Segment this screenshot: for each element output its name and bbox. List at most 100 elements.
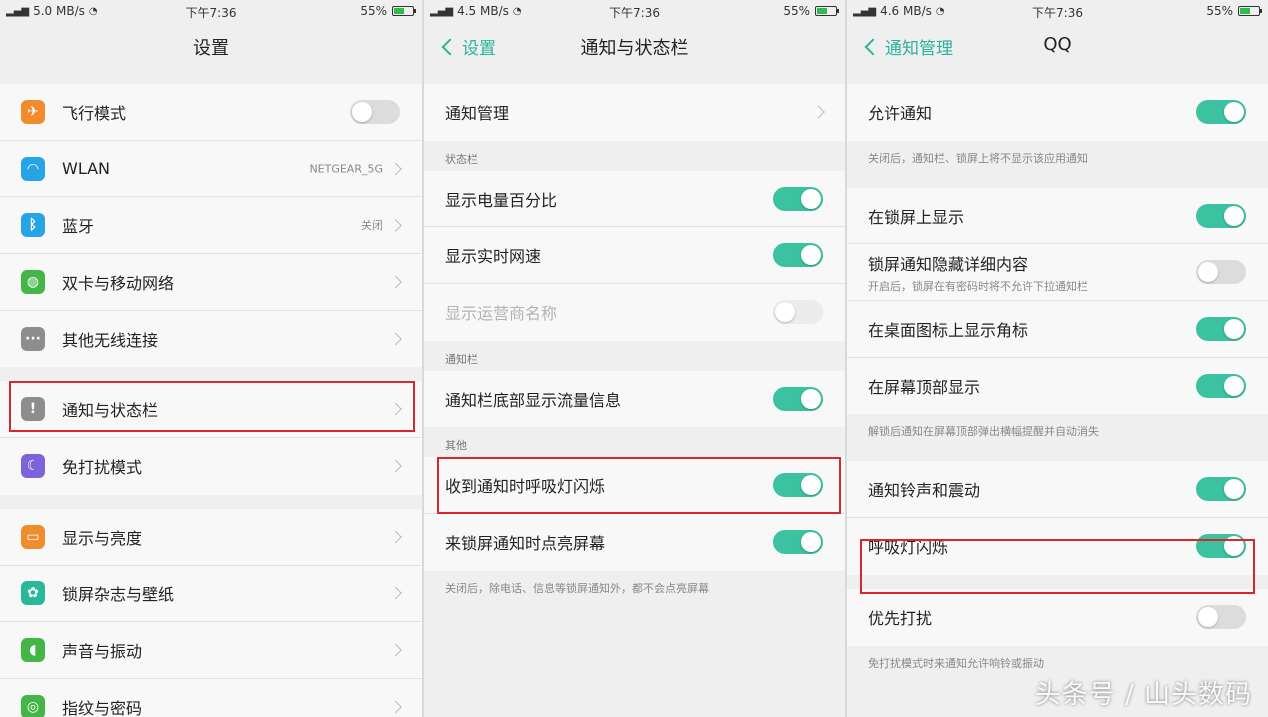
row-control bbox=[1196, 260, 1246, 285]
toggle-row[interactable]: 优先打扰 bbox=[847, 589, 1268, 646]
settings-row[interactable]: ◖ 声音与振动 bbox=[0, 622, 422, 679]
toggle-knob bbox=[1224, 318, 1244, 339]
notifybar-group: 通知栏底部显示流量信息 bbox=[424, 370, 845, 428]
clock: 下午7:36 bbox=[609, 6, 660, 20]
status-bar: ▂▄▆ 5.0 MB/s ◔ 下午7:36 55% bbox=[0, 0, 422, 22]
toggle-row[interactable]: 显示实时网速 bbox=[424, 227, 845, 285]
toggle-row[interactable]: 锁屏通知隐藏详细内容 开启后，锁屏在有密码时将不允许下拉通知栏 bbox=[847, 244, 1268, 302]
row-label: 指纹与密码 bbox=[62, 699, 143, 717]
nav-bar: 通知管理 QQ bbox=[847, 22, 1268, 70]
toggle-row[interactable]: 在桌面图标上显示角标 bbox=[847, 301, 1268, 358]
toggle-switch[interactable] bbox=[773, 186, 823, 211]
section-label-notifybar: 通知栏 bbox=[424, 340, 845, 371]
battery-percent: 55% bbox=[360, 4, 387, 18]
toggle-row[interactable]: 通知铃声和震动 bbox=[847, 461, 1268, 519]
nav-bar: 设置 bbox=[0, 22, 422, 70]
alert-icon: ! bbox=[21, 397, 45, 422]
row-control bbox=[1196, 605, 1246, 630]
battery-percent: 55% bbox=[783, 4, 810, 18]
notify-manage-row[interactable]: 通知管理 bbox=[424, 84, 845, 141]
toggle-row[interactable]: 在屏幕顶部显示 bbox=[847, 358, 1268, 415]
row-text: 锁屏通知隐藏详细内容 开启后，锁屏在有密码时将不允许下拉通知栏 bbox=[868, 251, 1088, 294]
section-label-other: 其他 bbox=[424, 427, 845, 458]
battery-percent: 55% bbox=[1206, 4, 1233, 18]
toggle-knob bbox=[1224, 479, 1244, 500]
row-text: 在锁屏上显示 bbox=[868, 204, 964, 228]
row-text: 显示电量百分比 bbox=[445, 187, 557, 211]
row-control bbox=[773, 473, 823, 498]
settings-screen: ▂▄▆ 5.0 MB/s ◔ 下午7:36 55% 设置 ✈ 飞行模式 ◠ WLAN NET… bbox=[0, 0, 422, 717]
toggle-knob bbox=[352, 101, 372, 122]
settings-row[interactable]: ✈ 飞行模式 bbox=[0, 84, 422, 141]
toggle-row[interactable]: 通知栏底部显示流量信息 bbox=[424, 371, 845, 428]
toggle-knob bbox=[801, 532, 821, 553]
toggle-switch[interactable] bbox=[773, 530, 823, 555]
row-control bbox=[389, 275, 402, 289]
toggle-switch[interactable] bbox=[1196, 374, 1246, 399]
settings-row[interactable]: ! 通知与状态栏 bbox=[0, 381, 422, 439]
toggle-switch[interactable] bbox=[1196, 316, 1246, 341]
settings-row[interactable]: ☾ 免打扰模式 bbox=[0, 438, 422, 495]
toggle-switch[interactable] bbox=[350, 99, 400, 124]
settings-row[interactable]: ▭ 显示与亮度 bbox=[0, 509, 422, 566]
toggle-switch[interactable] bbox=[773, 473, 823, 498]
toggle-switch[interactable] bbox=[1196, 477, 1246, 502]
chevron-right-icon bbox=[389, 275, 402, 289]
row-label: 在屏幕顶部显示 bbox=[868, 378, 981, 398]
toggle-row: 显示运营商名称 bbox=[424, 284, 845, 341]
settings-row[interactable]: ◠ WLAN NETGEAR_5G bbox=[0, 141, 422, 198]
status-bar: ▂▄▆ 4.6 MB/s ◔ 下午7:36 55% bbox=[847, 0, 1268, 22]
toggle-switch[interactable] bbox=[1196, 534, 1246, 559]
settings-row[interactable]: ᛒ 蓝牙 关闭 bbox=[0, 197, 422, 255]
toggle-switch[interactable] bbox=[773, 387, 823, 412]
chevron-right-icon bbox=[389, 218, 402, 232]
row-label: 双卡与移动网络 bbox=[62, 273, 175, 293]
settings-row[interactable]: ✿ 锁屏杂志与壁纸 bbox=[0, 566, 422, 623]
toggle-switch[interactable] bbox=[1196, 203, 1246, 228]
statusbar-group: 显示电量百分比显示实时网速显示运营商名称 bbox=[424, 170, 845, 341]
toggle-row[interactable]: 呼吸灯闪烁 bbox=[847, 518, 1268, 575]
toggle-switch[interactable] bbox=[773, 243, 823, 268]
toggle-row[interactable]: 来锁屏通知时点亮屏幕 bbox=[424, 514, 845, 571]
bluetooth-icon: ᛒ bbox=[21, 213, 45, 238]
row-label: 锁屏通知隐藏详细内容 bbox=[868, 254, 1029, 274]
flower-icon: ✿ bbox=[21, 581, 45, 606]
row-control bbox=[1196, 100, 1246, 125]
toggle-knob bbox=[801, 475, 821, 496]
toggle-switch[interactable] bbox=[1196, 100, 1246, 125]
row-text: 显示运营商名称 bbox=[445, 300, 557, 324]
chevron-right-icon bbox=[389, 332, 402, 346]
globe-icon: ◍ bbox=[21, 269, 45, 294]
row-control bbox=[1196, 477, 1246, 502]
row-control bbox=[1196, 316, 1246, 341]
row-value: 关闭 bbox=[361, 219, 383, 233]
settings-row[interactable]: ◎ 指纹与密码 bbox=[0, 679, 422, 717]
row-text: 显示实时网速 bbox=[445, 243, 541, 267]
page-title: 设置 bbox=[193, 38, 229, 59]
moon-icon: ☾ bbox=[21, 454, 45, 479]
row-control bbox=[773, 300, 823, 325]
settings-group: ✈ 飞行模式 ◠ WLAN NETGEAR_5G ᛒ 蓝牙 关闭 ◍ 双卡与移动网络 ··· 其他无线… bbox=[0, 84, 422, 368]
lockscreen-group: 在锁屏上显示锁屏通知隐藏详细内容 开启后，锁屏在有密码时将不允许下拉通知栏在桌面图… bbox=[847, 187, 1268, 415]
toggle-switch[interactable] bbox=[1196, 605, 1246, 630]
settings-row[interactable]: ··· 其他无线连接 bbox=[0, 311, 422, 368]
speaker-icon: ◖ bbox=[21, 638, 45, 663]
row-label: 显示实时网速 bbox=[445, 247, 542, 267]
chevron-right-icon bbox=[389, 162, 402, 175]
settings-group: ▭ 显示与亮度 ✿ 锁屏杂志与壁纸 ◖ 声音与振动 ◎ 指纹与密码 bbox=[0, 508, 422, 717]
allow-notification-row[interactable]: 允许通知 bbox=[847, 84, 1268, 141]
toggle-knob bbox=[1224, 102, 1244, 123]
row-label: 来锁屏通知时点亮屏幕 bbox=[445, 534, 606, 554]
row-control bbox=[389, 402, 402, 416]
screen-wake-note: 关闭后，除电话、信息等锁屏通知外，都不会点亮屏幕 bbox=[424, 570, 845, 610]
toggle-row[interactable]: 在锁屏上显示 bbox=[847, 188, 1268, 245]
chevron-right-icon bbox=[389, 643, 402, 657]
row-control bbox=[389, 586, 402, 600]
toggle-switch[interactable] bbox=[1196, 260, 1246, 285]
settings-row[interactable]: ◍ 双卡与移动网络 bbox=[0, 254, 422, 311]
banner-note: 解锁后通知在屏幕顶部弹出横幅提醒并自动消失 bbox=[847, 414, 1268, 462]
toggle-row[interactable]: 收到通知时呼吸灯闪烁 bbox=[424, 457, 845, 515]
row-control: NETGEAR_5G bbox=[309, 162, 402, 175]
status-bar: ▂▄▆ 4.5 MB/s ◔ 下午7:36 55% bbox=[424, 0, 845, 22]
toggle-row[interactable]: 显示电量百分比 bbox=[424, 171, 845, 228]
